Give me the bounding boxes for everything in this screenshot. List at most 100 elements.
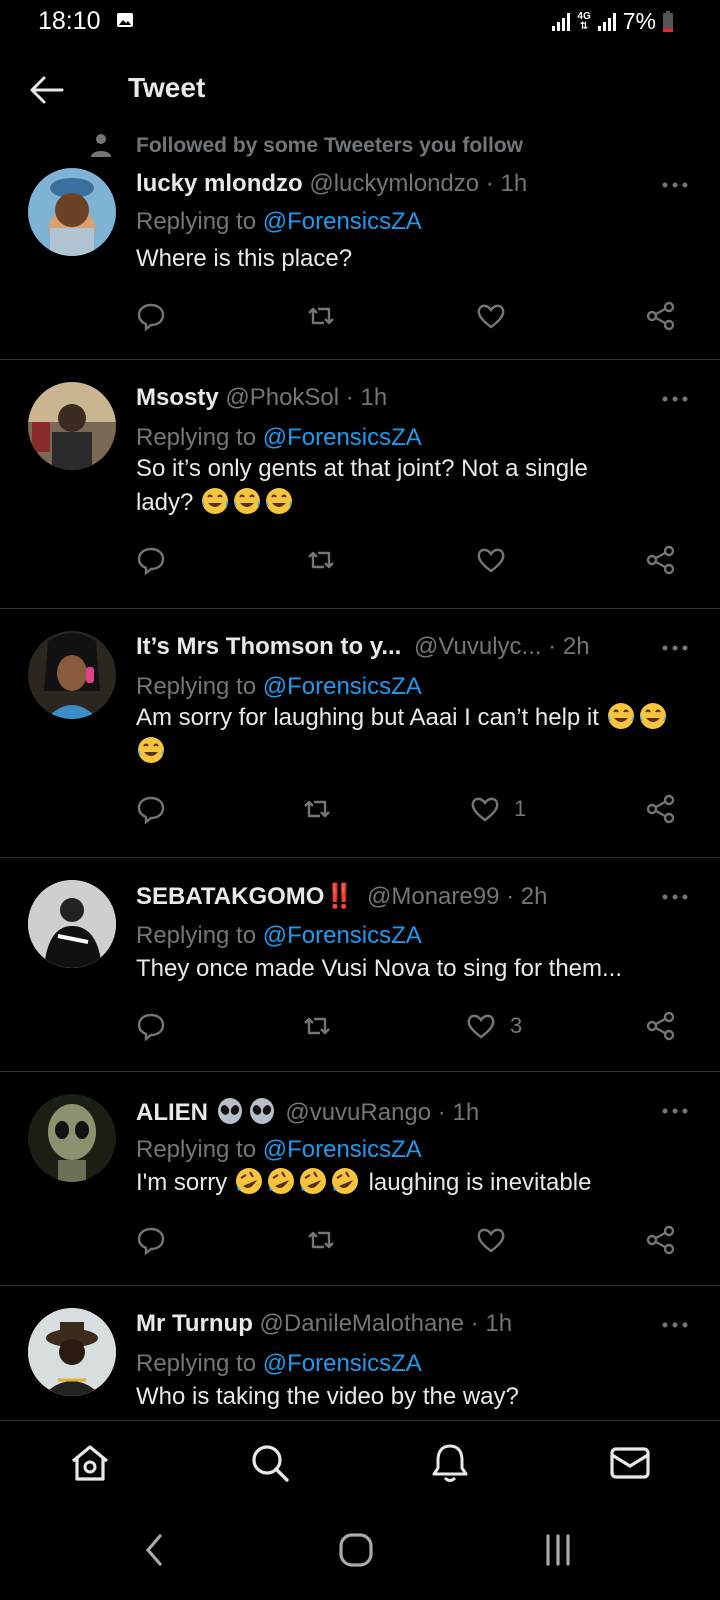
retweet-button[interactable] <box>306 544 336 576</box>
avatar[interactable] <box>28 1308 116 1396</box>
tears-of-joy-emoji-icon <box>234 488 261 514</box>
display-name[interactable]: lucky mlondzo <box>136 170 303 197</box>
top-app-bar: Tweet <box>0 44 720 136</box>
reply-button[interactable] <box>136 544 166 576</box>
like-button[interactable] <box>476 1224 506 1256</box>
system-home-icon[interactable] <box>338 1530 374 1570</box>
share-button[interactable] <box>646 544 676 576</box>
alien-emoji-icon <box>249 1098 274 1124</box>
timestamp[interactable]: 2h <box>563 633 590 660</box>
avatar[interactable] <box>28 382 116 470</box>
heart-icon <box>477 548 505 573</box>
tweet-text: Who is taking the video by the way? <box>136 1383 519 1410</box>
more-dots-icon[interactable] <box>660 394 690 404</box>
rofl-emoji-icon <box>235 1168 262 1194</box>
mention-link[interactable]: @ForensicsZA <box>263 1136 422 1163</box>
reply-button[interactable] <box>136 1010 166 1042</box>
person-icon <box>91 134 111 157</box>
tweet-text: Am sorry for laughing but Aaai I can’t h… <box>136 701 696 769</box>
user-handle[interactable]: @luckymlondzo <box>309 170 479 197</box>
avatar[interactable] <box>28 1094 116 1182</box>
like-button[interactable]: 3 <box>466 1010 522 1042</box>
mention-link[interactable]: @ForensicsZA <box>263 922 422 949</box>
display-name[interactable]: Mr Turnup <box>136 1310 253 1337</box>
user-handle[interactable]: @Monare99 <box>367 883 499 910</box>
mention-link[interactable]: @ForensicsZA <box>263 1350 422 1377</box>
more-dots-icon[interactable] <box>660 643 690 653</box>
mail-icon[interactable] <box>608 1441 652 1485</box>
heart-icon <box>467 1014 495 1039</box>
reply-icon <box>137 303 165 331</box>
timestamp[interactable]: 1h <box>452 1099 479 1126</box>
mention-link[interactable]: @ForensicsZA <box>263 208 422 235</box>
tweet-meta: SEBATAKGOMO‼️ @Monare99 · 2h <box>136 883 548 910</box>
social-context-text: Followed by some Tweeters you follow <box>136 134 524 157</box>
network-type: 4G ⇅ <box>577 10 591 32</box>
like-button[interactable] <box>476 300 506 332</box>
reply-button[interactable] <box>136 300 166 332</box>
more-dots-icon[interactable] <box>660 892 690 902</box>
bell-icon[interactable] <box>428 1441 472 1485</box>
user-handle[interactable]: @vuvuRango <box>285 1099 431 1126</box>
mention-link[interactable]: @ForensicsZA <box>263 424 422 451</box>
share-button[interactable] <box>646 300 676 332</box>
replying-to: Replying to @ForensicsZA <box>136 424 422 451</box>
retweet-button[interactable] <box>302 793 332 825</box>
reply-icon <box>137 1013 165 1041</box>
more-dots-icon[interactable] <box>660 1106 690 1116</box>
replying-to: Replying to @ForensicsZA <box>136 208 422 235</box>
avatar[interactable] <box>28 631 116 719</box>
search-icon[interactable] <box>248 1441 292 1485</box>
retweet-button[interactable] <box>306 300 336 332</box>
share-button[interactable] <box>646 1010 676 1042</box>
battery-icon <box>663 10 673 32</box>
reply-icon <box>137 547 165 575</box>
timestamp[interactable]: 2h <box>521 883 548 910</box>
share-icon <box>646 1011 675 1041</box>
share-button[interactable] <box>646 1224 676 1256</box>
tweet-meta: Mr Turnup @DanileMalothane · 1h <box>136 1310 513 1337</box>
reply-tweet[interactable]: It’s Mrs Thomson to y... @Vuvulyc... · 2… <box>0 609 720 858</box>
tears-of-joy-emoji-icon <box>202 488 229 514</box>
more-dots-icon[interactable] <box>660 1320 690 1330</box>
share-icon <box>646 1225 675 1255</box>
replying-to: Replying to @ForensicsZA <box>136 1350 422 1377</box>
share-icon <box>646 301 675 331</box>
retweet-button[interactable] <box>302 1010 332 1042</box>
user-handle[interactable]: @DanileMalothane <box>260 1310 464 1337</box>
system-recents-icon[interactable] <box>540 1530 576 1570</box>
mention-link[interactable]: @ForensicsZA <box>263 673 422 700</box>
reply-tweet[interactable]: Mr Turnup @DanileMalothane · 1h Replying… <box>0 1286 720 1420</box>
system-back-icon[interactable] <box>142 1530 166 1570</box>
retweet-button[interactable] <box>306 1224 336 1256</box>
display-name[interactable]: Msosty <box>136 384 219 411</box>
timestamp[interactable]: 1h <box>360 384 387 411</box>
like-button[interactable] <box>476 544 506 576</box>
social-context: Followed by some Tweeters you follow <box>0 130 720 162</box>
reply-tweet[interactable]: lucky mlondzo @luckymlondzo · 1h Replyin… <box>0 162 720 360</box>
tweet-text: So it’s only gents at that joint? Not a … <box>136 455 588 516</box>
arrow-left-icon[interactable] <box>28 74 64 106</box>
timestamp[interactable]: 1h <box>500 170 527 197</box>
user-handle[interactable]: @PhokSol <box>225 384 339 411</box>
reply-tweet[interactable]: Msosty @PhokSol · 1h Replying to @Forens… <box>0 360 720 609</box>
reply-tweet[interactable]: SEBATAKGOMO‼️ @Monare99 · 2h Replying to… <box>0 858 720 1072</box>
page-title: Tweet <box>128 72 206 103</box>
reply-tweet[interactable]: ALIEN @vuvuRango · 1h Replying to @Foren… <box>0 1072 720 1286</box>
display-name[interactable]: SEBATAKGOMO <box>136 883 324 910</box>
like-button[interactable]: 1 <box>470 793 526 825</box>
display-name[interactable]: ALIEN <box>136 1099 208 1126</box>
user-handle[interactable]: @Vuvulyc... <box>414 633 542 660</box>
gallery-notification-icon <box>117 13 133 27</box>
timestamp[interactable]: 1h <box>485 1310 512 1337</box>
reply-button[interactable] <box>136 1224 166 1256</box>
tweet-text: They once made Vusi Nova to sing for the… <box>136 955 623 982</box>
share-button[interactable] <box>646 793 676 825</box>
avatar[interactable] <box>28 168 116 256</box>
reply-button[interactable] <box>136 793 166 825</box>
status-time: 18:10 <box>38 7 101 35</box>
avatar[interactable] <box>28 880 116 968</box>
display-name[interactable]: It’s Mrs Thomson to y... <box>136 633 401 660</box>
home-icon[interactable] <box>68 1441 112 1485</box>
more-dots-icon[interactable] <box>660 180 690 190</box>
